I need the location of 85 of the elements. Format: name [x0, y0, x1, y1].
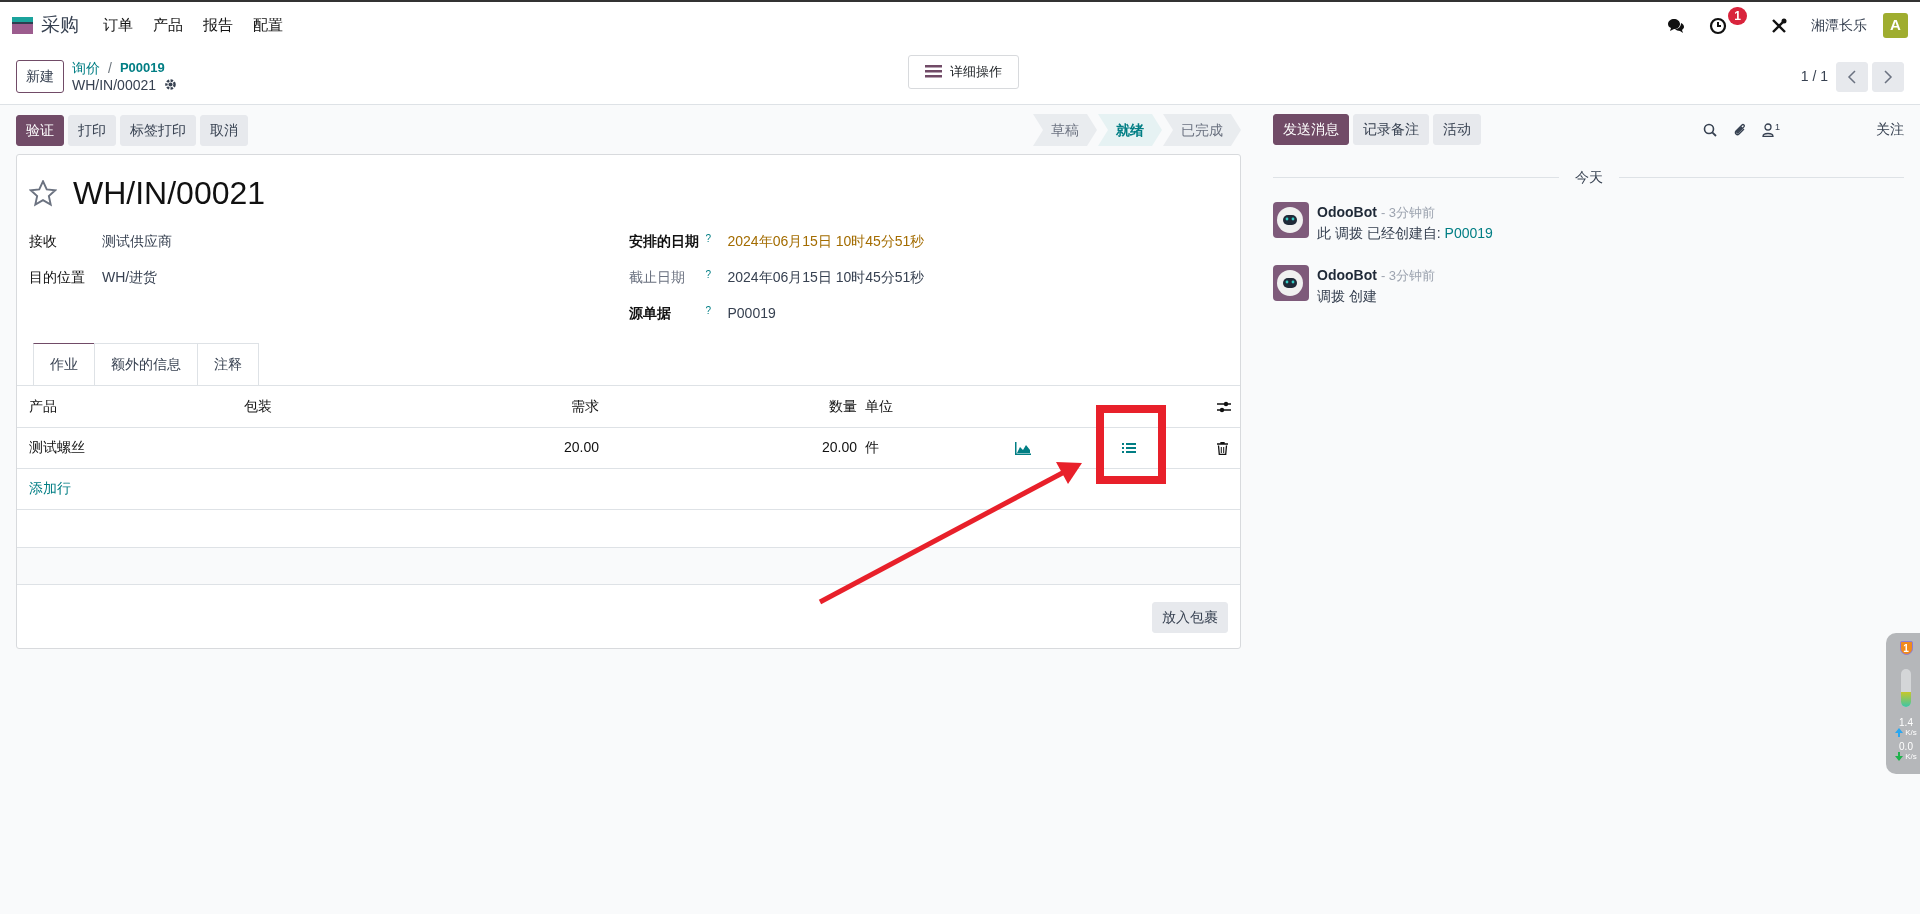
- trash-icon[interactable]: [1217, 441, 1228, 455]
- search-icon[interactable]: [1703, 122, 1717, 137]
- menu-item[interactable]: 产品: [153, 14, 183, 37]
- breadcrumb-separator: /: [108, 59, 112, 77]
- field-label: 安排的日期: [628, 231, 700, 251]
- actions-button[interactable]: 详细操作: [908, 55, 1019, 89]
- date-separator: 今天: [1573, 168, 1604, 187]
- put-in-pack-button[interactable]: 放入包裹: [1152, 601, 1228, 633]
- status-step[interactable]: 就绪: [1098, 114, 1162, 146]
- status-step[interactable]: 已完成: [1163, 114, 1241, 146]
- table-cell[interactable]: 件: [863, 427, 993, 468]
- list-icon[interactable]: [1122, 442, 1136, 455]
- app-logo-icon[interactable]: [12, 17, 33, 34]
- up-arrow-icon: [1895, 728, 1904, 737]
- clock-icon[interactable]: [1709, 16, 1728, 35]
- message-author[interactable]: OdooBot: [1317, 267, 1377, 284]
- star-icon[interactable]: [29, 179, 57, 207]
- message-body: 调拨 创建: [1317, 287, 1378, 306]
- field-label: 源单据: [628, 303, 672, 323]
- speed-unit: K/s: [1905, 752, 1917, 761]
- area-chart-icon[interactable]: [1015, 441, 1031, 455]
- company-name[interactable]: 湘潭长乐: [1811, 15, 1867, 36]
- robot-avatar-icon: [1273, 265, 1309, 302]
- message-time: - 3分钟前: [1380, 268, 1436, 284]
- pager-value: 1 / 1: [1800, 67, 1828, 86]
- field-value[interactable]: 2024年06月15日 10时45分51秒: [727, 266, 925, 288]
- field-label: 接收: [29, 231, 58, 251]
- menu-item[interactable]: 配置: [253, 14, 283, 37]
- follower-count: 1: [1775, 122, 1780, 132]
- field-label: 目的位置: [29, 267, 86, 287]
- chatter-button[interactable]: 发送消息: [1273, 114, 1349, 145]
- menu-item[interactable]: 报告: [203, 14, 233, 37]
- message-author[interactable]: OdooBot: [1317, 204, 1377, 220]
- action-button[interactable]: 标签打印: [120, 114, 196, 146]
- record-name: WH/IN/00021: [72, 76, 157, 94]
- form-tab[interactable]: 作业: [33, 343, 95, 385]
- previous-icon: [1846, 69, 1858, 86]
- shield-badge: 1: [1899, 641, 1913, 655]
- record-title: WH/IN/00021: [73, 174, 266, 213]
- tools-icon[interactable]: [1771, 17, 1787, 34]
- field-value[interactable]: 2024年06月15日 10时45分51秒: [727, 230, 925, 252]
- help-tooltip[interactable]: ?: [705, 302, 712, 324]
- record-link[interactable]: P00019: [1444, 224, 1493, 241]
- breadcrumb-link[interactable]: P00019: [119, 59, 165, 77]
- message-body: 此 调拨 已经创建自: P00019: [1317, 223, 1493, 243]
- message-time: - 3分钟前: [1380, 205, 1436, 220]
- table-cell[interactable]: 20.00: [452, 427, 611, 468]
- down-arrow-icon: [1895, 752, 1904, 761]
- robot-avatar-icon: [1273, 202, 1309, 238]
- chatter-button[interactable]: 记录备注: [1353, 114, 1429, 145]
- menu-item[interactable]: 订单: [103, 14, 133, 37]
- field-value[interactable]: WH/进货: [102, 266, 158, 288]
- column-header: 数量: [611, 386, 863, 427]
- notification-badge: 1: [1728, 6, 1747, 25]
- new-button[interactable]: 新建: [16, 60, 64, 93]
- field-label: 截止日期: [628, 267, 686, 287]
- sliders-icon[interactable]: [1217, 401, 1231, 414]
- chat-icon[interactable]: [1667, 17, 1686, 34]
- speed-value: 1.4: [1899, 717, 1913, 728]
- person-icon[interactable]: [1762, 122, 1774, 137]
- help-tooltip[interactable]: ?: [705, 230, 712, 252]
- help-tooltip[interactable]: ?: [705, 266, 712, 288]
- column-header: 单位: [863, 386, 993, 427]
- settings-icon[interactable]: [164, 78, 178, 92]
- field-value[interactable]: P00019: [727, 302, 776, 324]
- column-header: 包装: [232, 386, 452, 427]
- table-cell[interactable]: 测试螺丝: [17, 427, 232, 468]
- breadcrumb-link[interactable]: 询价: [72, 59, 100, 77]
- column-header: 需求: [452, 386, 611, 427]
- field-value[interactable]: 测试供应商: [102, 230, 172, 252]
- form-tab[interactable]: 注释: [197, 343, 259, 385]
- action-button[interactable]: 验证: [16, 114, 64, 146]
- chatter-button[interactable]: 活动: [1433, 114, 1481, 145]
- action-button[interactable]: 打印: [68, 114, 116, 146]
- status-step[interactable]: 草稿: [1033, 114, 1097, 146]
- column-header: 产品: [17, 386, 232, 427]
- table-cell[interactable]: 20.00: [611, 427, 863, 468]
- menu-icon: [925, 65, 942, 79]
- app-name[interactable]: 采购: [41, 11, 79, 40]
- follow-link[interactable]: 关注: [1876, 119, 1904, 140]
- action-button[interactable]: 取消: [200, 114, 248, 146]
- paperclip-icon[interactable]: [1733, 122, 1746, 137]
- speed-unit: K/s: [1905, 728, 1917, 737]
- next-icon: [1882, 69, 1894, 86]
- speed-value: 0.0: [1899, 741, 1913, 752]
